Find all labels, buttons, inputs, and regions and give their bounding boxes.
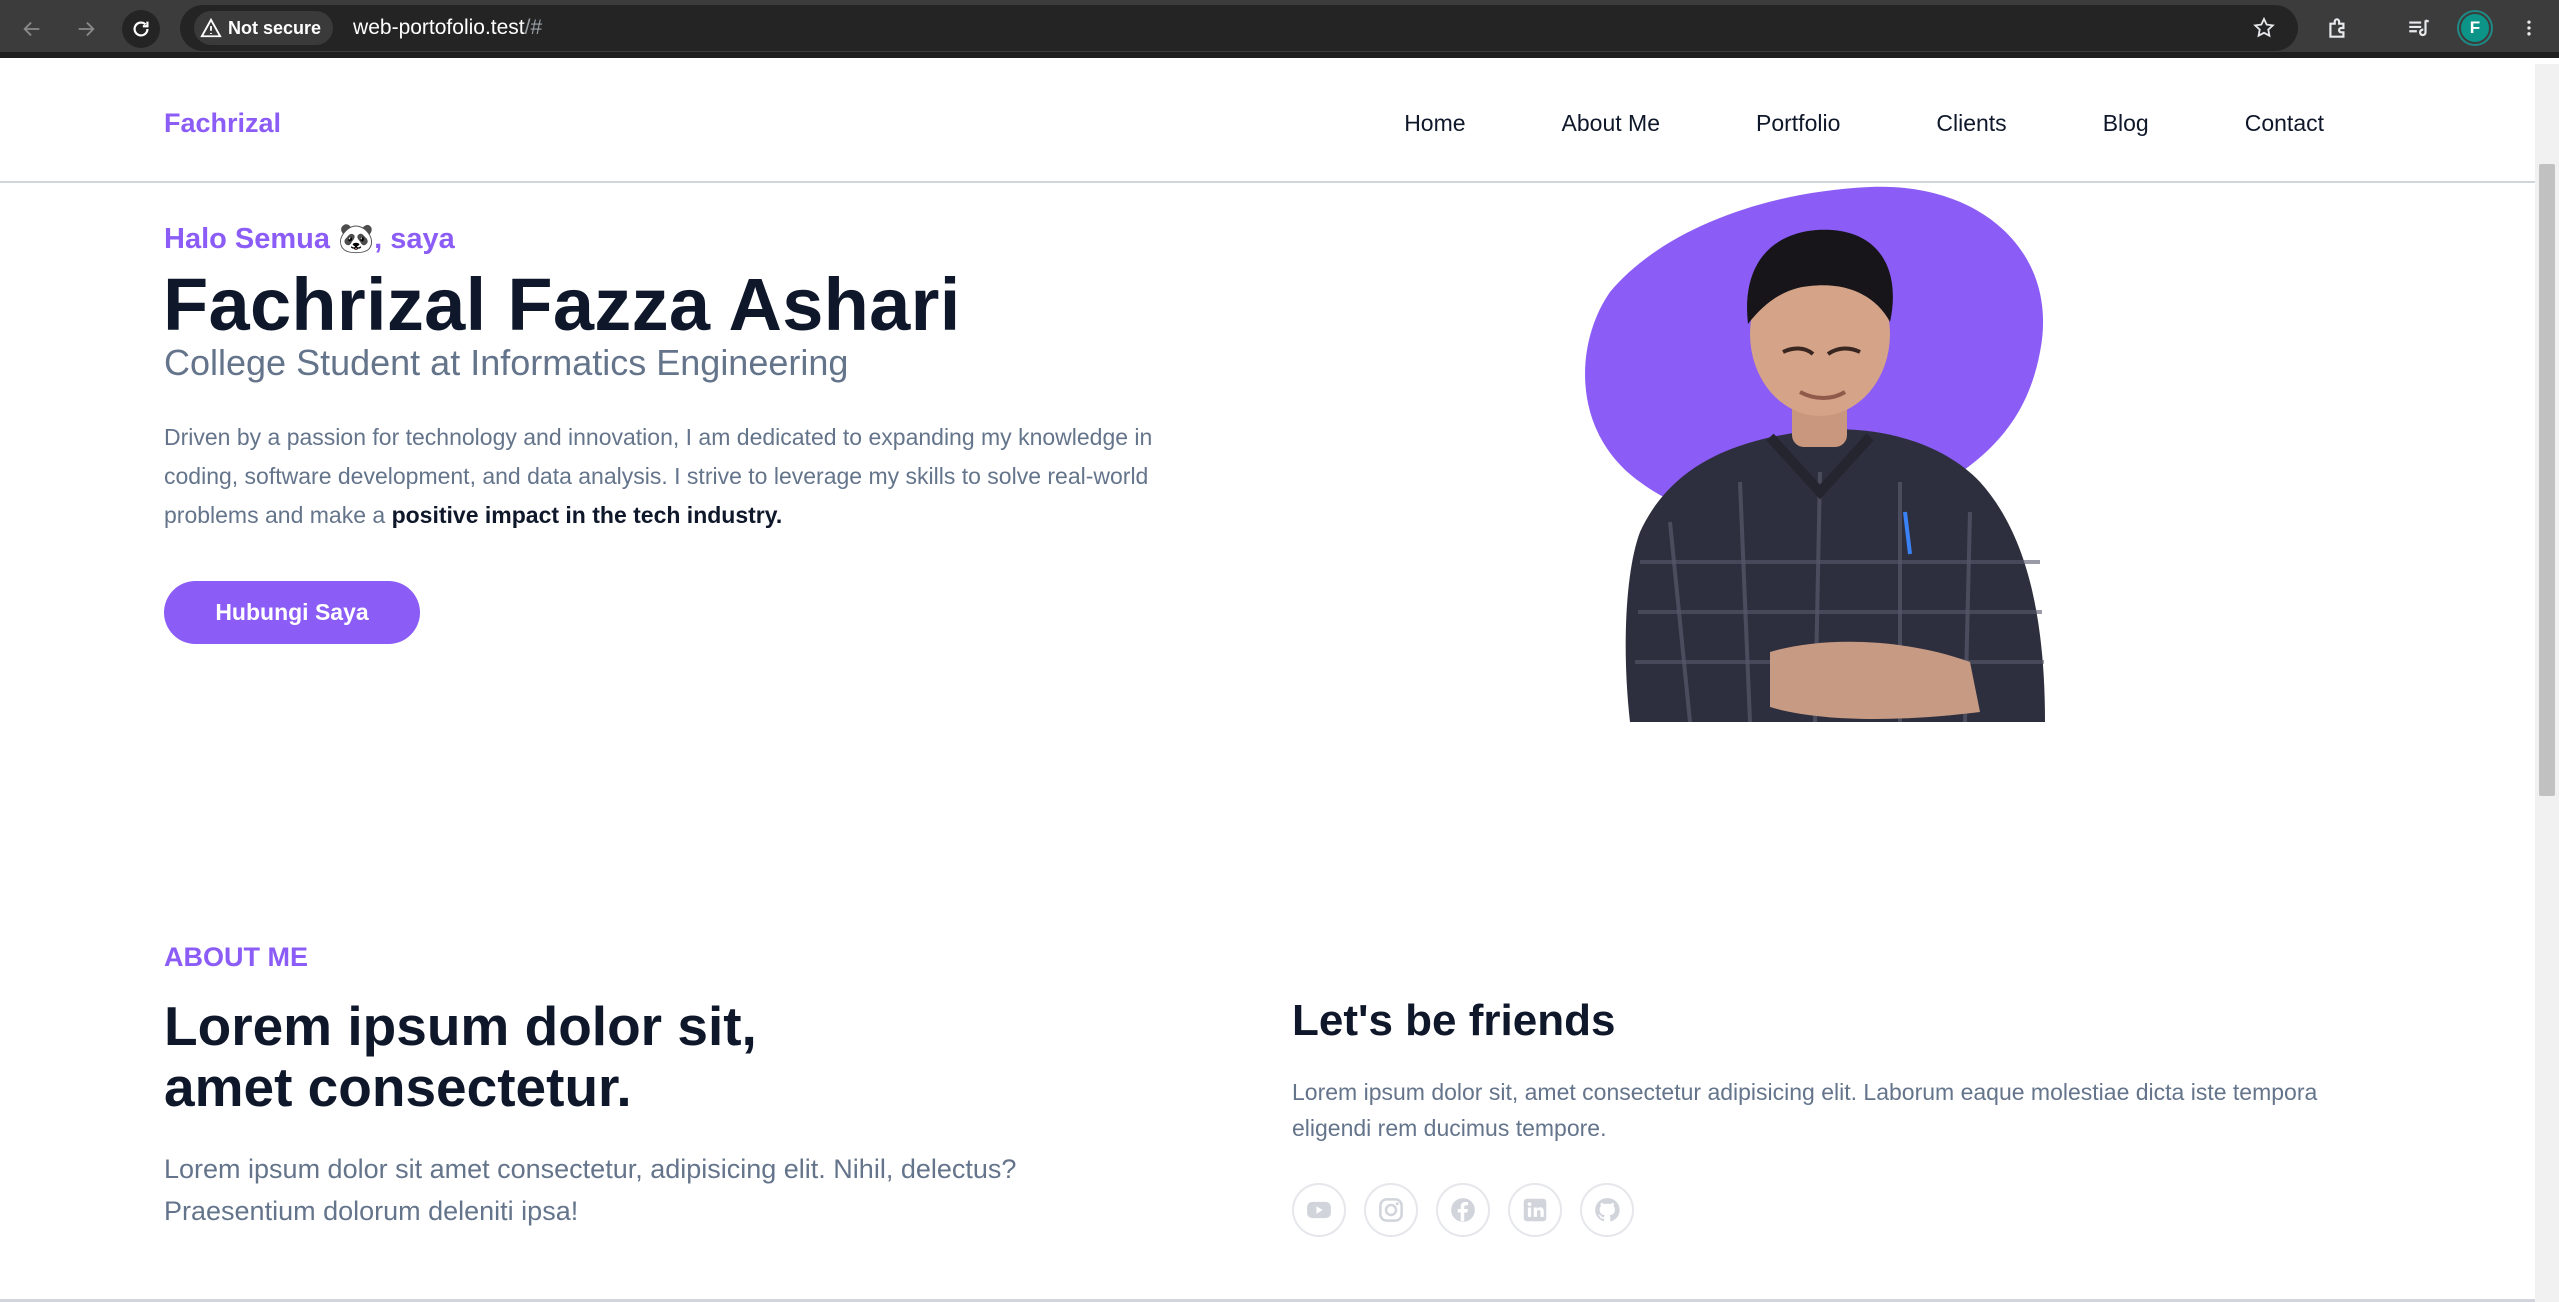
browser-toolbar: Not secure web-portofolio.test/# F: [0, 0, 2559, 58]
warning-icon: [200, 17, 222, 38]
media-icon: [2409, 19, 2430, 37]
hero-portrait: [1585, 186, 2045, 722]
hero-greeting: Halo Semua 🐼, saya: [164, 223, 455, 255]
friends-text: Lorem ipsum dolor sit, amet consectetur …: [1292, 1079, 2318, 1141]
url-host: web-portofolio.test: [353, 16, 525, 39]
forward-button[interactable]: [67, 10, 105, 48]
github-link[interactable]: [1580, 1183, 1634, 1237]
nav-clients[interactable]: Clients: [1936, 110, 2006, 137]
kebab-menu-icon: [2527, 20, 2531, 36]
nav-home[interactable]: Home: [1404, 110, 1465, 137]
media-button[interactable]: [2404, 13, 2434, 43]
nav-contact[interactable]: Contact: [2245, 110, 2324, 137]
instagram-icon: [1379, 1198, 1403, 1222]
site-header: Fachrizal Home About Me Portfolio Client…: [0, 64, 2535, 183]
about-text: Lorem ipsum dolor sit amet consectetur, …: [164, 1154, 1017, 1226]
about-heading: Lorem ipsum dolor sit, amet consectetur.: [164, 996, 1064, 1118]
star-icon[interactable]: [2252, 16, 2276, 40]
brand-logo[interactable]: Fachrizal: [164, 108, 281, 139]
back-arrow-icon: [23, 21, 40, 37]
nav-blog[interactable]: Blog: [2103, 110, 2149, 137]
hero-name: Fachrizal Fazza Ashari: [163, 263, 961, 346]
youtube-icon: [1307, 1201, 1331, 1219]
profile-avatar[interactable]: F: [2459, 12, 2491, 44]
hero-description-bold: positive impact in the tech industry.: [391, 502, 783, 528]
facebook-link[interactable]: [1436, 1183, 1490, 1237]
extensions-button[interactable]: [2323, 13, 2353, 43]
url-text[interactable]: web-portofolio.test/#: [353, 16, 542, 40]
reload-button[interactable]: [122, 10, 160, 48]
main-nav: Home About Me Portfolio Clients Blog Con…: [1308, 110, 2324, 137]
contact-me-button[interactable]: Hubungi Saya: [164, 581, 420, 644]
menu-button[interactable]: [2519, 13, 2539, 43]
nav-about-me[interactable]: About Me: [1562, 110, 1660, 137]
security-label: Not secure: [228, 17, 322, 38]
back-button[interactable]: [13, 10, 51, 48]
forward-arrow-icon: [78, 21, 95, 37]
linkedin-link[interactable]: [1508, 1183, 1562, 1237]
about-eyebrow: ABOUT ME: [164, 942, 308, 972]
scrollbar-thumb[interactable]: [2539, 164, 2555, 796]
extensions-icon: [2329, 18, 2345, 38]
instagram-link[interactable]: [1364, 1183, 1418, 1237]
facebook-icon: [1451, 1198, 1475, 1222]
about-heading-line2: amet consectetur.: [164, 1056, 632, 1118]
reload-icon: [133, 21, 149, 37]
url-path: /#: [524, 16, 543, 39]
security-chip[interactable]: Not secure: [194, 11, 334, 45]
nav-portfolio[interactable]: Portfolio: [1756, 110, 1840, 137]
address-bar[interactable]: Not secure web-portofolio.test/#: [180, 5, 2298, 51]
social-links: [1292, 1183, 1652, 1237]
hero-description: Driven by a passion for technology and i…: [164, 418, 1224, 535]
youtube-link[interactable]: [1292, 1183, 1346, 1237]
linkedin-icon: [1523, 1198, 1547, 1222]
friends-heading: Let's be friends: [1292, 996, 1616, 1045]
page-scrollbar[interactable]: [2535, 64, 2559, 1302]
about-heading-line1: Lorem ipsum dolor sit,: [164, 995, 757, 1057]
github-icon: [1595, 1198, 1620, 1222]
hero-role: College Student at Informatics Engineeri…: [164, 342, 849, 383]
